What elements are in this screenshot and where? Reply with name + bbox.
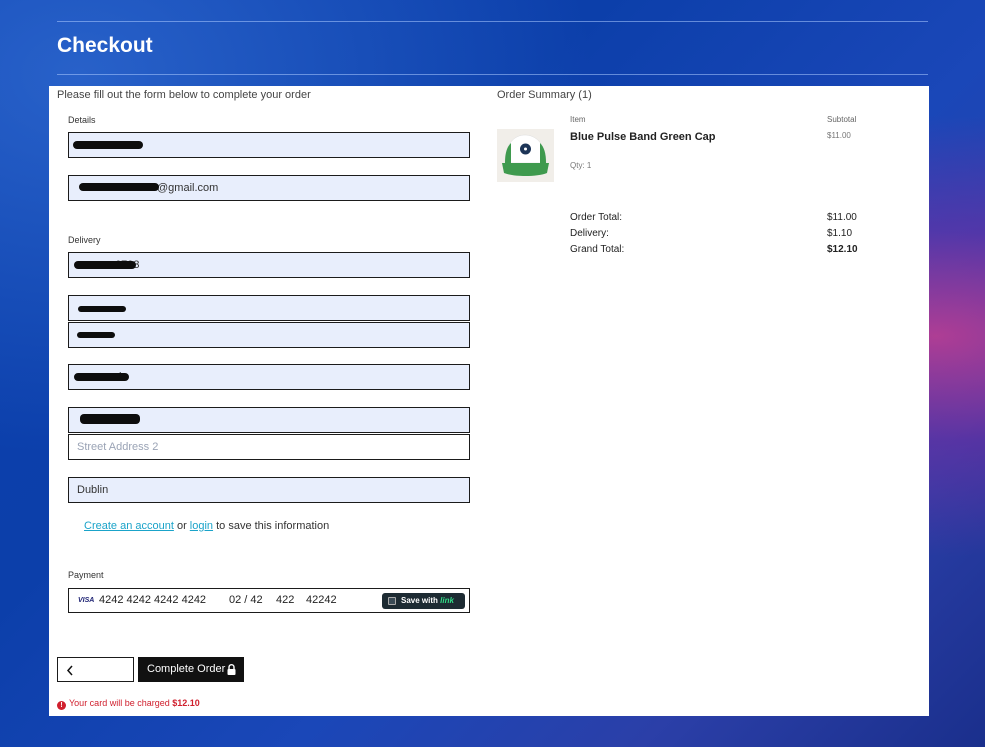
street-address-2-field[interactable]: Street Address 2 <box>68 434 470 460</box>
back-button[interactable] <box>57 657 134 682</box>
details-label: Details <box>68 115 96 125</box>
header-divider-bottom <box>57 74 928 75</box>
save-with-text: Save with <box>401 596 441 605</box>
page-title: Checkout <box>57 34 153 57</box>
order-total-label: Order Total: <box>570 212 623 223</box>
alert-icon: ! <box>57 701 66 710</box>
lock-icon <box>227 664 236 675</box>
delivery-cost-value: $1.10 <box>827 228 853 239</box>
postcode-field[interactable] <box>68 322 470 348</box>
charge-notice: ! Your card will be charged $12.10 <box>57 698 200 710</box>
product-name: Blue Pulse Band Green Cap <box>570 131 716 143</box>
redaction-mark <box>74 373 129 381</box>
form-intro: Please fill out the form below to comple… <box>57 89 311 101</box>
header-divider-top <box>57 21 928 22</box>
charge-amount: $12.10 <box>172 698 200 708</box>
redaction-mark <box>78 306 126 312</box>
county-value: Dublin <box>77 484 109 496</box>
link-logo: link <box>440 596 454 605</box>
redaction-mark <box>79 183 159 191</box>
charge-prefix: Your card will be charged <box>69 698 173 708</box>
redaction-mark <box>74 261 136 269</box>
redaction-mark <box>77 332 115 338</box>
checkbox-icon[interactable] <box>388 597 396 605</box>
street-address-2-placeholder: Street Address 2 <box>77 441 159 453</box>
grand-total-label: Grand Total: <box>570 244 625 255</box>
card-expiry-value[interactable]: 02 / 42 <box>229 589 263 612</box>
visa-icon: VISA <box>78 597 95 604</box>
save-with-link-button[interactable]: Save with link <box>382 593 465 609</box>
item-column-header: Item <box>570 115 586 124</box>
subtotal-column-header: Subtotal <box>827 115 857 124</box>
order-summary-title: Order Summary (1) <box>497 89 592 101</box>
card-number-value[interactable]: 4242 4242 4242 4242 <box>99 589 206 612</box>
card-input[interactable]: VISA 4242 4242 4242 4242 02 / 42 422 422… <box>68 588 470 613</box>
complete-order-button[interactable]: Complete Order <box>138 657 244 682</box>
full-name-field[interactable] <box>68 132 470 158</box>
card-zip-value[interactable]: 42242 <box>306 589 337 612</box>
redaction-mark <box>80 414 140 424</box>
card-cvc-value[interactable]: 422 <box>276 589 294 612</box>
cap-image <box>497 129 554 182</box>
account-prompt: Create an account or login to save this … <box>84 520 329 532</box>
product-quantity: Qty: 1 <box>570 161 592 170</box>
account-or-text: or <box>173 520 190 532</box>
account-suffix-text: to save this information <box>213 520 330 532</box>
email-field[interactable]: @gmail.com <box>68 175 470 201</box>
complete-order-label: Complete Order <box>147 663 226 675</box>
delivery-cost-label: Delivery: <box>570 228 609 239</box>
grand-total-value: $12.10 <box>827 244 858 255</box>
delivery-label: Delivery <box>68 235 101 245</box>
product-subtotal: $11.00 <box>827 131 851 140</box>
product-image <box>497 129 554 182</box>
payment-label: Payment <box>68 570 104 580</box>
town-field[interactable]: k <box>68 364 470 390</box>
redaction-mark <box>73 141 143 149</box>
create-account-link[interactable]: Create an account <box>84 520 174 532</box>
county-field[interactable]: Dublin <box>68 477 470 503</box>
order-total-value: $11.00 <box>827 212 857 223</box>
chevron-left-icon <box>66 665 73 676</box>
login-link[interactable]: login <box>190 520 213 532</box>
phone-field[interactable]: 6703 <box>68 252 470 278</box>
street-address-1-field[interactable] <box>68 407 470 433</box>
checkout-panel: Please fill out the form below to comple… <box>49 86 929 716</box>
country-field[interactable] <box>68 295 470 321</box>
